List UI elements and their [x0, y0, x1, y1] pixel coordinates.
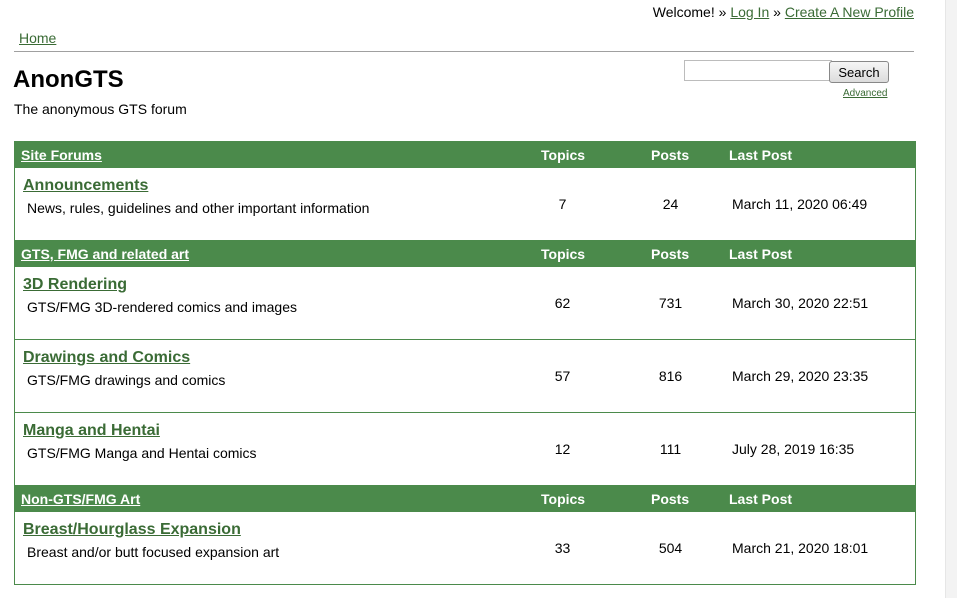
site-title: AnonGTS [13, 66, 124, 93]
site-subtitle: The anonymous GTS forum [14, 101, 187, 117]
last-post-header: Last Post [729, 246, 793, 262]
last-post-date: July 28, 2019 16:35 [732, 441, 855, 457]
forum-description: GTS/FMG drawings and comics [27, 372, 226, 388]
forum-description: Breast and/or butt focused expansion art [27, 544, 280, 560]
forum-list: Site Forums Topics Posts Last Post Annou… [14, 141, 916, 585]
last-post-header: Last Post [729, 491, 793, 507]
forum-link[interactable]: Manga and Hentai [23, 422, 160, 440]
topic-count: 62 [554, 295, 571, 311]
posts-header: Posts [651, 246, 690, 262]
last-post-date: March 30, 2020 22:51 [732, 295, 869, 311]
category-header: Non-GTS/FMG Art Topics Posts Last Post [15, 485, 915, 512]
post-count: 731 [658, 295, 683, 311]
category-link[interactable]: Site Forums [21, 147, 102, 163]
welcome-text: Welcome! » [652, 4, 727, 20]
topics-header: Topics [541, 491, 586, 507]
forum-link[interactable]: Drawings and Comics [23, 349, 190, 367]
topics-header: Topics [541, 147, 586, 163]
forum-row: Manga and Hentai GTS/FMG Manga and Henta… [15, 413, 915, 485]
posts-header: Posts [651, 491, 690, 507]
topics-header: Topics [541, 246, 586, 262]
forum-description: GTS/FMG Manga and Hentai comics [27, 445, 257, 461]
topic-count: 33 [554, 540, 571, 556]
topic-count: 12 [554, 441, 571, 457]
separator: » [773, 4, 781, 20]
breadcrumb: Home [19, 30, 56, 46]
forum-row: Drawings and Comics GTS/FMG drawings and… [15, 340, 915, 413]
last-post-header: Last Post [729, 147, 793, 163]
login-link[interactable]: Log In [730, 4, 769, 20]
page-scrollbar[interactable] [945, 0, 957, 598]
forum-link[interactable]: Announcements [23, 177, 148, 195]
user-bar: Welcome! » Log In » Create A New Profile [653, 4, 914, 20]
home-link[interactable]: Home [19, 30, 56, 46]
forum-link[interactable]: 3D Rendering [23, 276, 127, 294]
category-header: GTS, FMG and related art Topics Posts La… [15, 240, 915, 267]
forum-row: 3D Rendering GTS/FMG 3D-rendered comics … [15, 267, 915, 340]
post-count: 111 [659, 441, 682, 457]
last-post-date: March 21, 2020 18:01 [732, 540, 869, 556]
category-header: Site Forums Topics Posts Last Post [15, 141, 915, 168]
category-link[interactable]: Non-GTS/FMG Art [21, 491, 140, 507]
forum-description: News, rules, guidelines and other import… [27, 200, 370, 216]
forum-link[interactable]: Breast/Hourglass Expansion [23, 521, 241, 539]
forum-row: Announcements News, rules, guidelines an… [15, 168, 915, 240]
forum-description: GTS/FMG 3D-rendered comics and images [27, 299, 297, 315]
advanced-search-link[interactable]: Advanced [843, 88, 887, 99]
last-post-date: March 29, 2020 23:35 [732, 368, 869, 384]
topic-count: 57 [554, 368, 571, 384]
search-button[interactable]: Search [829, 61, 889, 83]
search-input[interactable] [684, 60, 832, 81]
category-link[interactable]: GTS, FMG and related art [21, 246, 189, 262]
topic-count: 7 [558, 196, 567, 212]
posts-header: Posts [651, 147, 690, 163]
post-count: 504 [658, 540, 683, 556]
post-count: 24 [662, 196, 679, 212]
header-divider [14, 51, 914, 52]
forum-row: Breast/Hourglass Expansion Breast and/or… [15, 512, 915, 585]
post-count: 816 [658, 368, 683, 384]
last-post-date: March 11, 2020 06:49 [732, 196, 868, 212]
create-profile-link[interactable]: Create A New Profile [785, 4, 914, 20]
